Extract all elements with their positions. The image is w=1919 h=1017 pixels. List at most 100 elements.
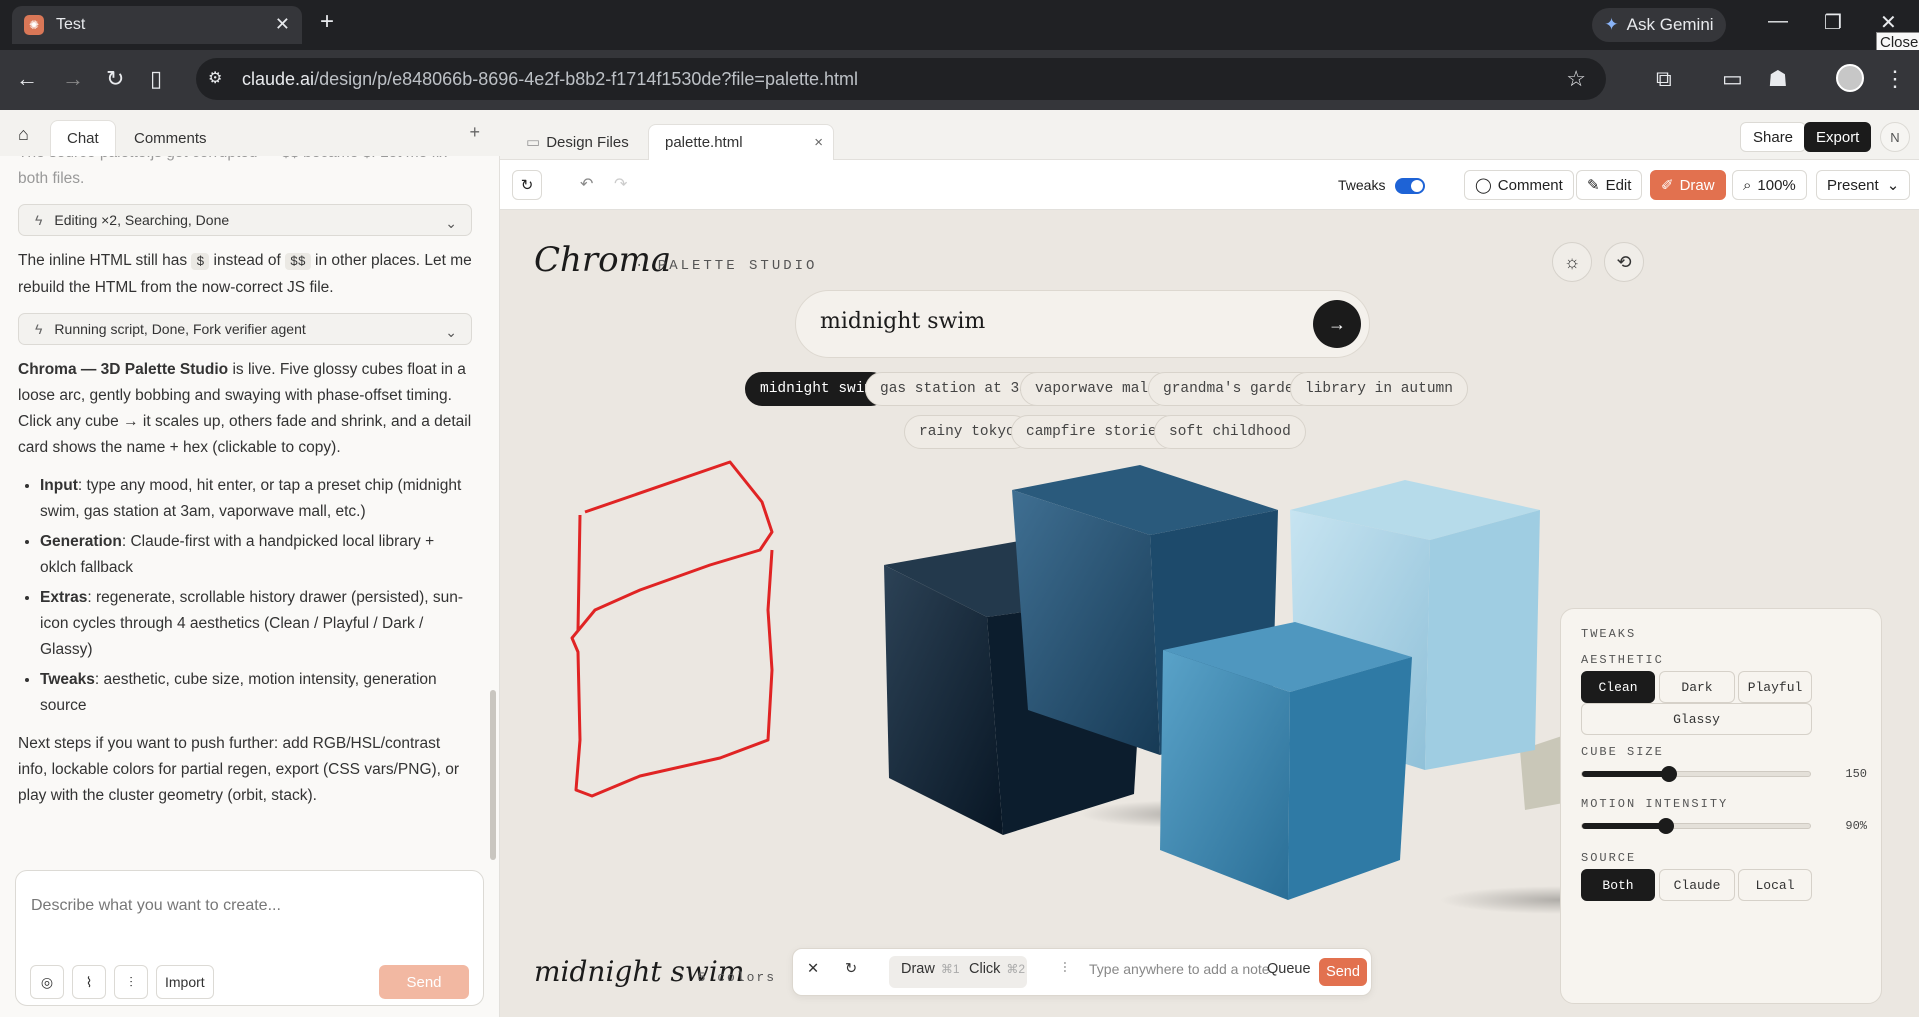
tweaks-panel: TWEAKS AESTHETIC Clean Dark Playful Glas…	[1560, 608, 1882, 1004]
incognito-icon[interactable]: ☗	[1768, 66, 1788, 92]
chevron-down-icon: ⌄	[445, 215, 457, 231]
tweaks-title: TWEAKS	[1581, 627, 1637, 641]
magnifier-icon: ⌕	[1743, 176, 1752, 194]
refresh-icon[interactable]: ↻	[845, 961, 857, 977]
design-toolbar: ↻ ↶ ↷ Tweaks ◯ Comment ✎ Edit ✐ Draw ⌕ 100% …	[500, 160, 1919, 210]
slider-handle[interactable]	[1658, 818, 1675, 834]
message-paragraph: The inline HTML still has $ instead of $…	[18, 252, 472, 296]
list-item: Tweaks: aesthetic, cube size, motion int…	[40, 667, 472, 719]
reload-icon[interactable]: ↻	[106, 66, 124, 92]
cut-message: The source palette.js got corrupted — $$…	[18, 156, 447, 187]
slider-handle[interactable]	[1660, 766, 1677, 782]
close-icon[interactable]: ✕	[807, 961, 819, 977]
add-icon[interactable]: +	[469, 122, 480, 143]
export-button[interactable]: Export	[1804, 122, 1872, 152]
chat-pane: ⌂ Chat Comments + The source palette.js …	[0, 110, 500, 1017]
message-paragraph: Next steps if you want to push further: …	[18, 735, 460, 804]
send-button[interactable]: Send	[379, 965, 469, 999]
comment-icon: ◯	[1475, 177, 1492, 194]
tab-comments[interactable]: Comments	[118, 120, 223, 156]
source-claude-button[interactable]: Claude	[1659, 869, 1735, 901]
aesthetic-clean-button[interactable]: Clean	[1581, 671, 1655, 703]
motion-intensity-slider[interactable]	[1581, 818, 1811, 834]
address-bar[interactable]: ⚙ claude.ai/design/p/e848066b-8696-4e2f-…	[196, 58, 1606, 100]
source-local-button[interactable]: Local	[1738, 869, 1812, 901]
menu-kebab-icon[interactable]: ⋮	[1884, 66, 1906, 92]
site-info-icon[interactable]: ⚙	[208, 68, 230, 90]
design-canvas[interactable]: Chroma · PALETTE STUDIO ☼ ⟲ midnight swi…	[500, 210, 1919, 1017]
tool-activity-card[interactable]: ϟ Editing ×2, Searching, Done ⌄	[18, 204, 472, 236]
undo-icon[interactable]: ↶	[580, 174, 593, 194]
note-input[interactable]: Type anywhere to add a note	[1089, 961, 1270, 977]
folder-icon: ▭	[526, 134, 541, 151]
cube-size-label: CUBE SIZE	[1581, 745, 1664, 759]
cube-size-value: 150	[1845, 767, 1867, 781]
aesthetic-glassy-button[interactable]: Glassy	[1581, 703, 1812, 735]
forward-icon[interactable]: →	[62, 66, 84, 92]
attach-icon[interactable]: ⌇	[72, 965, 106, 999]
aesthetic-label: AESTHETIC	[1581, 653, 1664, 667]
gemini-sparkle-icon: ✦	[1604, 15, 1619, 34]
edit-button[interactable]: ✎ Edit	[1576, 170, 1643, 200]
comment-button[interactable]: ◯ Comment	[1464, 170, 1574, 200]
settings-icon[interactable]: ◎	[30, 965, 64, 999]
palette-count: · 5 colors	[678, 970, 777, 985]
cube-size-slider[interactable]	[1581, 766, 1811, 782]
message-paragraph: Chroma — 3D Palette Studio is live. Five…	[18, 361, 472, 456]
present-button[interactable]: Present ⌄	[1816, 170, 1911, 200]
send-button[interactable]: Send	[1319, 958, 1367, 986]
url-path: /design/p/e848066b-8696-4e2f-b8b2-f1714f…	[314, 68, 858, 89]
browser-tab-strip: ✺ Test ✕ + ✦ Ask Gemini — ❐ ✕ Close	[0, 0, 1919, 53]
chat-input-placeholder[interactable]: Describe what you want to create...	[31, 897, 281, 915]
tab-palette-html[interactable]: palette.html ×	[648, 124, 834, 160]
close-icon[interactable]: ×	[814, 134, 823, 151]
bookmark-star-icon[interactable]: ☆	[1566, 66, 1586, 92]
draw-button[interactable]: ✐ Draw	[1650, 170, 1726, 200]
aesthetic-dark-button[interactable]: Dark	[1659, 671, 1735, 703]
audio-icon[interactable]: ⫶	[114, 965, 148, 999]
minimize-icon[interactable]: —	[1768, 10, 1788, 33]
tab-chat[interactable]: Chat	[50, 120, 116, 156]
ask-gemini-button[interactable]: ✦ Ask Gemini	[1592, 8, 1726, 42]
chat-input-box[interactable]: Describe what you want to create... ◎ ⌇ …	[15, 870, 484, 1006]
queue-button[interactable]: Queue	[1267, 961, 1311, 977]
click-mode-button[interactable]: Click ⌘2	[969, 961, 1025, 977]
aesthetic-playful-button[interactable]: Playful	[1738, 671, 1812, 703]
profile-avatar[interactable]	[1836, 64, 1864, 92]
color-cube-3[interactable]	[1160, 622, 1412, 900]
split-view-icon[interactable]: ▯	[150, 66, 162, 92]
browser-toolbar: ← → ↻ ▯ ⚙ claude.ai/design/p/e848066b-86…	[0, 50, 1919, 110]
redo-icon[interactable]: ↷	[614, 174, 627, 194]
motion-intensity-value: 90%	[1845, 819, 1867, 833]
draw-toolbar: ✕ ↻ Draw ⌘1 Click ⌘2 ⫶ Type anywhere to ad…	[792, 948, 1372, 996]
tweaks-toggle[interactable]	[1395, 178, 1425, 194]
refresh-icon[interactable]: ↻	[512, 170, 542, 200]
avatar[interactable]: N	[1880, 122, 1910, 152]
chat-pane-header: ⌂ Chat Comments +	[0, 110, 500, 156]
share-button[interactable]: Share	[1740, 122, 1807, 152]
close-tab-icon[interactable]: ✕	[275, 14, 290, 35]
claude-favicon-icon: ✺	[24, 15, 44, 35]
import-button[interactable]: Import	[156, 965, 214, 999]
design-pane: ▭ Design Files palette.html × Share Expo…	[500, 110, 1919, 1017]
restore-icon[interactable]: ❐	[1824, 10, 1842, 35]
list-item: Input: type any mood, hit enter, or tap …	[40, 473, 472, 525]
tab-design-files[interactable]: ▭ Design Files	[510, 124, 645, 160]
tool-activity-card[interactable]: ϟ Running script, Done, Fork verifier ag…	[18, 313, 472, 345]
list-item: Generation: Claude-first with a handpick…	[40, 529, 472, 581]
chevron-down-icon: ⌄	[1886, 177, 1900, 194]
draw-mode-button[interactable]: Draw ⌘1	[901, 961, 960, 977]
zoom-button[interactable]: ⌕ 100%	[1732, 170, 1807, 200]
source-both-button[interactable]: Both	[1581, 869, 1655, 901]
chat-scrollbar[interactable]	[490, 690, 496, 860]
cast-icon[interactable]: ▭	[1722, 66, 1743, 92]
home-icon[interactable]: ⌂	[18, 124, 29, 145]
back-icon[interactable]: ←	[16, 66, 38, 92]
new-tab-icon[interactable]: +	[320, 8, 334, 36]
extensions-icon[interactable]: ⧉	[1656, 66, 1672, 92]
annotation-stroke	[570, 460, 774, 798]
browser-tab[interactable]: ✺ Test ✕	[12, 6, 302, 44]
waveform-icon: ⫶	[1063, 961, 1067, 977]
list-item: Extras: regenerate, scrollable history d…	[40, 585, 472, 663]
motion-intensity-label: MOTION INTENSITY	[1581, 797, 1729, 811]
